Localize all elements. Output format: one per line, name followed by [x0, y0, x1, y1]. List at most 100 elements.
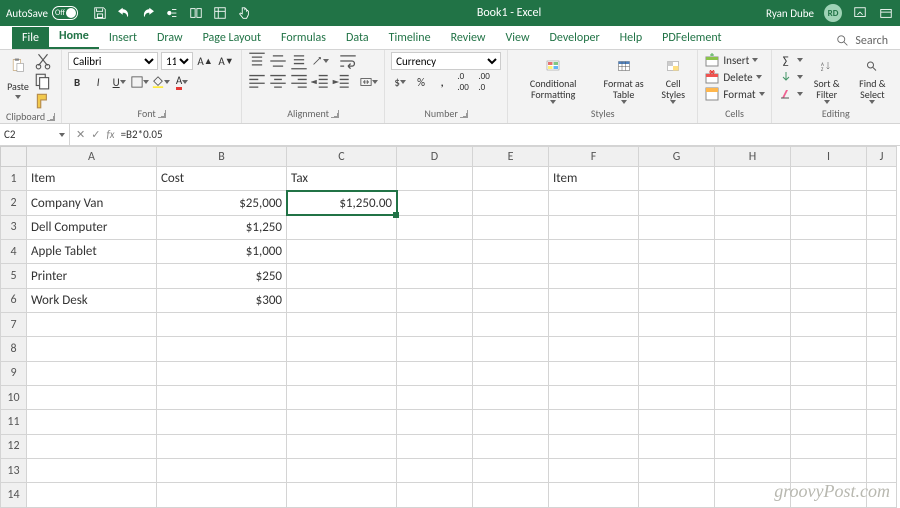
qat-icon[interactable]	[188, 5, 204, 21]
cell[interactable]	[715, 386, 791, 410]
cell[interactable]: $1,250	[157, 215, 287, 239]
row-header[interactable]: 5	[1, 264, 27, 288]
tab-insert[interactable]: Insert	[99, 27, 147, 49]
tab-draw[interactable]: Draw	[147, 27, 193, 49]
qat-icon[interactable]	[212, 5, 228, 21]
cell[interactable]: Item	[27, 167, 157, 191]
decrease-decimal-button[interactable]: .00.0	[475, 73, 493, 91]
align-middle-button[interactable]	[269, 52, 287, 70]
cell[interactable]	[287, 264, 397, 288]
cell[interactable]	[397, 386, 473, 410]
redo-icon[interactable]	[140, 5, 156, 21]
cell[interactable]	[287, 337, 397, 361]
orientation-button[interactable]	[311, 52, 329, 70]
increase-font-button[interactable]: A▲	[196, 52, 214, 70]
cell[interactable]	[639, 483, 715, 508]
cell[interactable]	[473, 288, 549, 312]
row-header[interactable]: 3	[1, 215, 27, 239]
cell[interactable]	[473, 313, 549, 337]
col-header[interactable]: D	[397, 147, 473, 167]
cell[interactable]	[639, 434, 715, 458]
cell[interactable]	[867, 191, 897, 215]
cell[interactable]	[287, 240, 397, 264]
formula-input[interactable]: =B2*0.05	[121, 128, 894, 141]
align-bottom-button[interactable]	[290, 52, 308, 70]
cell[interactable]	[549, 337, 639, 361]
col-header[interactable]: A	[27, 147, 157, 167]
cell[interactable]	[473, 386, 549, 410]
tab-formulas[interactable]: Formulas	[271, 27, 336, 49]
cell[interactable]	[715, 410, 791, 434]
cell[interactable]	[27, 410, 157, 434]
cell[interactable]	[639, 215, 715, 239]
cell[interactable]: Cost	[157, 167, 287, 191]
cell[interactable]	[867, 240, 897, 264]
cell[interactable]	[157, 434, 287, 458]
cell[interactable]	[639, 361, 715, 385]
col-header[interactable]: G	[639, 147, 715, 167]
cell[interactable]	[397, 410, 473, 434]
col-header[interactable]: H	[715, 147, 791, 167]
cell[interactable]	[473, 459, 549, 483]
row-header[interactable]: 7	[1, 313, 27, 337]
paste-button[interactable]: Paste	[6, 52, 30, 110]
fill-button[interactable]	[778, 69, 803, 85]
cell[interactable]	[791, 215, 867, 239]
col-header[interactable]: B	[157, 147, 287, 167]
cell[interactable]	[157, 410, 287, 434]
tab-review[interactable]: Review	[441, 27, 496, 49]
cell[interactable]	[27, 386, 157, 410]
bold-button[interactable]: B	[68, 73, 86, 91]
cell[interactable]	[791, 459, 867, 483]
cell[interactable]	[473, 191, 549, 215]
cell[interactable]: $1,000	[157, 240, 287, 264]
conditional-formatting-button[interactable]: Conditional Formatting	[514, 52, 592, 107]
cell[interactable]	[791, 264, 867, 288]
autosave-toggle[interactable]: AutoSave Off	[6, 6, 78, 20]
cell[interactable]	[715, 313, 791, 337]
tab-timeline[interactable]: Timeline	[379, 27, 441, 49]
tab-data[interactable]: Data	[336, 27, 379, 49]
cell[interactable]	[639, 288, 715, 312]
save-icon[interactable]	[92, 5, 108, 21]
cell[interactable]	[867, 459, 897, 483]
cell[interactable]	[715, 215, 791, 239]
touch-mode-icon[interactable]	[236, 5, 252, 21]
cell[interactable]	[287, 483, 397, 508]
increase-decimal-button[interactable]: .0.00	[454, 73, 472, 91]
border-button[interactable]	[131, 73, 149, 91]
cell[interactable]	[473, 410, 549, 434]
align-left-button[interactable]	[248, 73, 266, 91]
cell-styles-button[interactable]: Cell Styles	[655, 52, 691, 107]
cell[interactable]	[157, 337, 287, 361]
cell[interactable]	[715, 240, 791, 264]
cell[interactable]: Item	[549, 167, 639, 191]
cell[interactable]	[397, 434, 473, 458]
cell[interactable]	[715, 459, 791, 483]
cell[interactable]	[287, 313, 397, 337]
fx-button[interactable]: fx	[106, 128, 114, 141]
cell[interactable]	[27, 361, 157, 385]
merge-center-button[interactable]	[360, 73, 378, 91]
cell[interactable]	[715, 337, 791, 361]
cell[interactable]: Work Desk	[27, 288, 157, 312]
find-select-button[interactable]: Find & Select	[851, 52, 894, 107]
cell[interactable]	[791, 361, 867, 385]
cell[interactable]	[397, 215, 473, 239]
cell[interactable]	[867, 313, 897, 337]
cell[interactable]: Apple Tablet	[27, 240, 157, 264]
row-header[interactable]: 14	[1, 483, 27, 508]
name-box[interactable]: C2	[0, 124, 70, 145]
enter-formula-button[interactable]: ✓	[91, 128, 100, 141]
cell[interactable]	[287, 459, 397, 483]
cell[interactable]: $300	[157, 288, 287, 312]
cell[interactable]	[639, 240, 715, 264]
cell[interactable]	[639, 386, 715, 410]
row-header[interactable]: 8	[1, 337, 27, 361]
cell[interactable]	[791, 191, 867, 215]
cell[interactable]	[287, 215, 397, 239]
row-header[interactable]: 11	[1, 410, 27, 434]
cell[interactable]	[473, 240, 549, 264]
qat-icon[interactable]	[164, 5, 180, 21]
cell[interactable]	[397, 361, 473, 385]
